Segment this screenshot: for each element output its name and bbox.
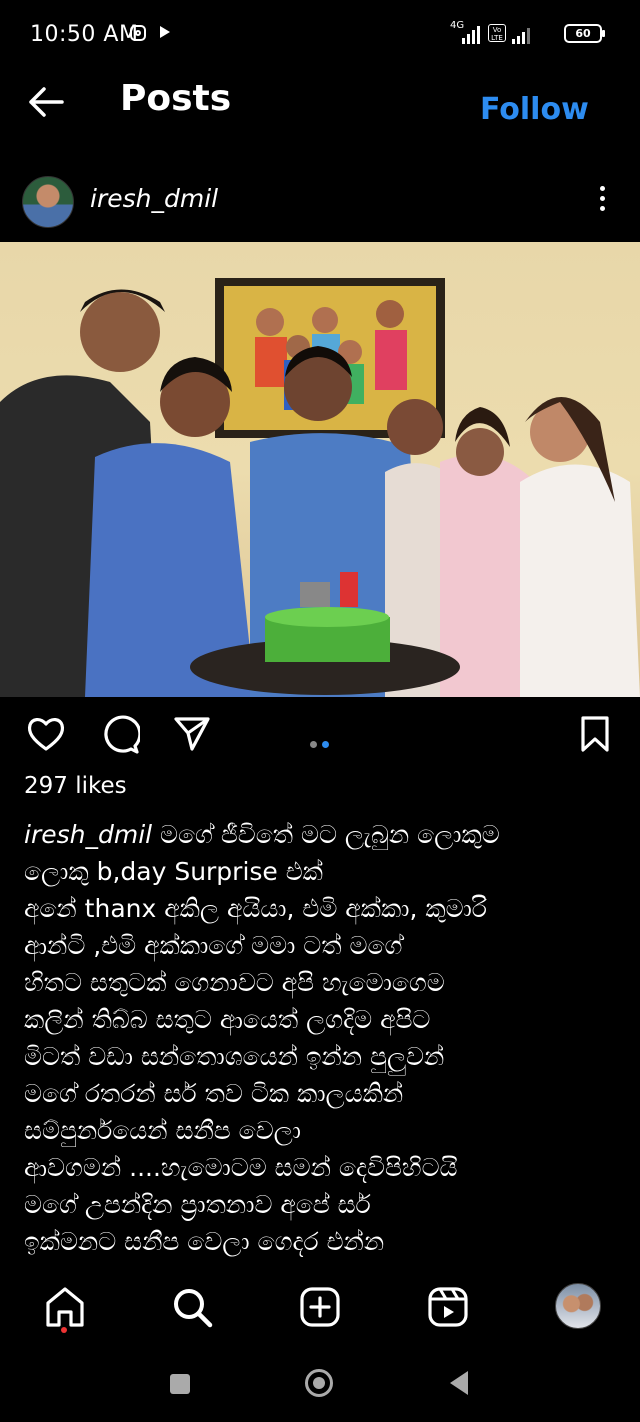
instagram-notification-icon [130, 25, 146, 41]
profile-avatar[interactable] [555, 1283, 601, 1329]
create-icon[interactable] [298, 1285, 342, 1329]
avatar[interactable] [22, 176, 74, 228]
carousel-indicator [310, 733, 334, 752]
comment-icon[interactable] [100, 715, 140, 755]
caption-line: අනේ thanx අකිල අයියා, එමි අක්කා, කුමාරි [24, 894, 487, 923]
signal-icon [462, 22, 480, 44]
caption-line: මිටත් වඩා සන්තොශයෙන් ඉන්න පුලුවන් [24, 1042, 445, 1071]
photo-illustration [0, 278, 640, 697]
bookmark-icon[interactable] [580, 715, 610, 753]
signal-icon-2 [512, 22, 530, 44]
caption-line: සම්පුර්නයෙන් සනීප වෙලා [24, 1116, 301, 1145]
reels-icon[interactable] [426, 1285, 470, 1329]
caption-line: ඉක්මනට සනීප වෙලා ගෙදර එන්න [24, 1227, 385, 1256]
caption-line: මගේ උපන්දින ප්‍රාතනාව අපේ සර් [24, 1190, 371, 1219]
home-icon[interactable] [43, 1285, 87, 1329]
follow-button[interactable]: Follow [480, 90, 589, 124]
share-icon[interactable] [172, 715, 212, 753]
notification-dot [61, 1327, 67, 1333]
post-photo[interactable] [0, 242, 640, 697]
recents-button[interactable] [170, 1374, 190, 1394]
caption-line: මගේ රතරන් සර් තව ටික කාලයකින් [24, 1079, 404, 1108]
back-arrow-icon[interactable] [26, 84, 66, 120]
caption-line: ආවගමන් ....හැමොටම සමන් දෙවිපිහිටයි [24, 1153, 458, 1182]
more-vertical-icon[interactable] [598, 186, 608, 216]
home-button[interactable] [305, 1369, 333, 1397]
post-actions [0, 705, 640, 765]
bottom-nav [0, 1265, 640, 1350]
system-navigation [0, 1350, 640, 1422]
caption-line: මගේ ජීවිතේ මට ලැබුන ලොකුම [152, 820, 500, 849]
caption-line: කලින් තිබ්බ සතුට ආයෙත් ලගදිම අපිට [24, 1005, 431, 1034]
play-notification-icon [160, 26, 170, 38]
caption-username[interactable]: iresh_dmil [24, 820, 152, 849]
caption-line: ආන්ටි ,එමි අක්කාගේ මමා ටත් මගේ [24, 931, 403, 960]
back-button[interactable] [450, 1371, 468, 1395]
caption-line: හිතට සතුටක් ගෙනාවට අපි හැමොගෙම [24, 968, 445, 997]
search-icon[interactable] [170, 1285, 214, 1329]
page-title: Posts [120, 78, 232, 119]
status-time: 10:50 AM [30, 22, 139, 47]
volte-icon: Vo LTE [488, 24, 506, 42]
caption-line: ලොකු b,day Surprise එක් [24, 857, 323, 886]
battery-icon: 60 [564, 24, 605, 43]
post-caption: iresh_dmil මගේ ජීවිතේ මට ලැබුන ලොකුම ලොක… [24, 816, 624, 1264]
likes-count[interactable]: 297 likes [24, 773, 127, 799]
post-username[interactable]: iresh_dmil [90, 184, 218, 213]
post-header: iresh_dmil [0, 170, 640, 232]
heart-icon[interactable] [26, 715, 66, 753]
status-bar: 10:50 AM 4G Vo LTE 60 [0, 0, 640, 72]
top-bar: Posts Follow [0, 72, 640, 132]
